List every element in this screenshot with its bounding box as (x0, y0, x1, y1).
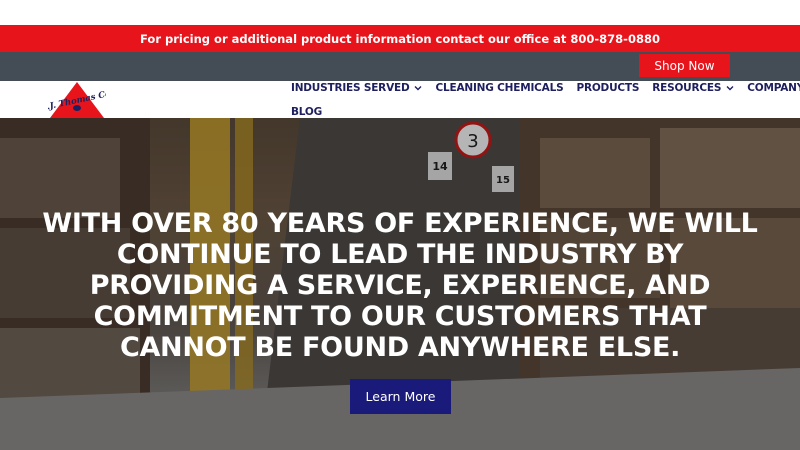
nav-label: RESOURCES (652, 82, 722, 94)
nav-industries-served[interactable]: INDUSTRIES SERVED (291, 82, 422, 94)
primary-nav: INDUSTRIES SERVED CLEANING CHEMICALS PRO… (291, 81, 800, 118)
main-navbar: E.J. Thomas Co. INDUSTRIES SERVED CLEANI… (0, 81, 800, 118)
nav-label: PRODUCTS (576, 82, 640, 94)
chevron-down-icon (726, 86, 734, 91)
hero-headline: WITH OVER 80 YEARS OF EXPERIENCE, WE WIL… (42, 208, 758, 363)
learn-more-button[interactable]: Learn More (350, 379, 451, 414)
nav-label: COMPANY (747, 82, 800, 94)
nav-blog[interactable]: BLOG (291, 106, 322, 118)
nav-label: CLEANING CHEMICALS (435, 82, 564, 94)
nav-row-bottom: BLOG (291, 105, 335, 119)
company-logo[interactable]: E.J. Thomas Co. (48, 81, 106, 119)
promo-text: For pricing or additional product inform… (140, 31, 660, 46)
nav-resources[interactable]: RESOURCES (652, 82, 734, 94)
top-spacer (0, 0, 800, 25)
nav-row-top: INDUSTRIES SERVED CLEANING CHEMICALS PRO… (291, 81, 800, 95)
nav-label: INDUSTRIES SERVED (291, 82, 410, 94)
promo-banner: For pricing or additional product inform… (0, 25, 800, 52)
hero-section: 3 14 15 WITH OVER 80 YEARS OF EXPERIENCE… (0, 118, 800, 450)
nav-cleaning-chemicals[interactable]: CLEANING CHEMICALS (435, 82, 563, 94)
chevron-down-icon (414, 86, 422, 91)
shop-now-button[interactable]: Shop Now (639, 54, 730, 77)
nav-products[interactable]: PRODUCTS (576, 82, 639, 94)
nav-company[interactable]: COMPANY (747, 82, 800, 94)
utility-bar: Shop Now (0, 52, 800, 81)
